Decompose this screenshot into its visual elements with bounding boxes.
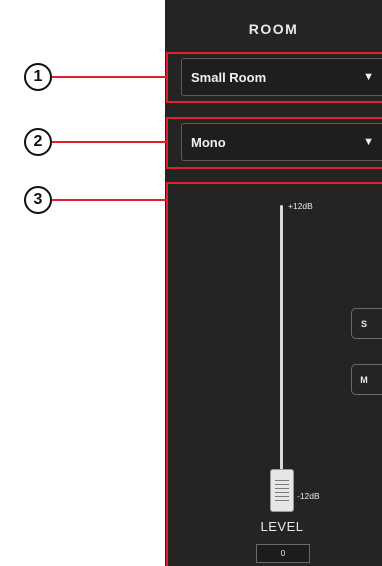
callout-number-3: 3	[24, 186, 52, 214]
level-fader-track[interactable]	[280, 205, 283, 495]
level-fader-handle[interactable]	[270, 469, 294, 512]
panel-title: ROOM	[248, 21, 299, 37]
fader-max-label: +12dB	[288, 201, 313, 211]
level-value-field[interactable]: 0	[256, 544, 310, 563]
callout-number-2: 2	[24, 128, 52, 156]
callout-leader-2	[52, 141, 166, 143]
level-label: LEVEL	[260, 519, 304, 534]
channel-mode-value: Mono	[191, 134, 226, 150]
mute-button[interactable]: M	[351, 364, 382, 395]
fader-min-label: -12dB	[297, 491, 320, 501]
channel-mode-dropdown[interactable]: Mono ▼	[181, 123, 382, 161]
room-type-dropdown[interactable]: Small Room ▼	[181, 58, 382, 96]
room-type-value: Small Room	[191, 69, 267, 85]
chevron-down-icon: ▼	[363, 71, 374, 83]
callout-leader-3	[52, 199, 166, 201]
solo-button[interactable]: S	[351, 308, 382, 339]
callout-leader-1	[52, 76, 166, 78]
chevron-down-icon: ▼	[363, 136, 374, 148]
callout-number-1: 1	[24, 63, 52, 91]
